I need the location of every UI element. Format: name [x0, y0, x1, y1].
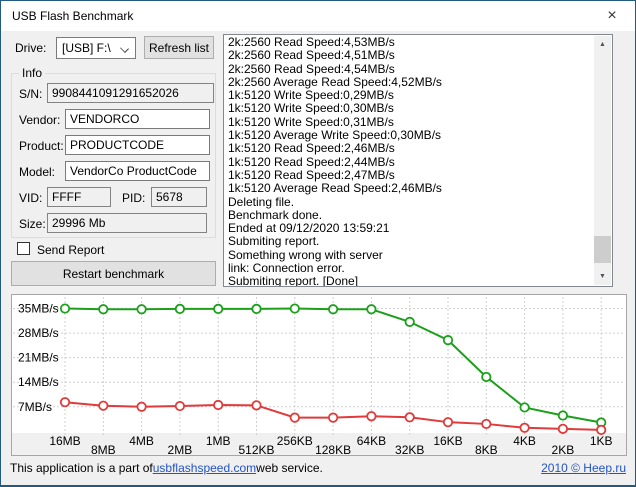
- drive-label: Drive:: [15, 41, 47, 55]
- log-scrollbar[interactable]: ▲ ▼: [594, 36, 611, 285]
- svg-text:512KB: 512KB: [238, 443, 274, 455]
- svg-text:64KB: 64KB: [357, 434, 386, 448]
- status-text-prefix: This application is a part of: [10, 461, 153, 475]
- log-area[interactable]: 2k:2560 Read Speed:4,53MB/s 2k:2560 Read …: [223, 34, 613, 287]
- model-label: Model:: [19, 165, 56, 179]
- svg-text:16MB: 16MB: [49, 434, 80, 448]
- svg-text:128KB: 128KB: [315, 443, 351, 455]
- pid-field: [151, 187, 207, 207]
- title-bar: USB Flash Benchmark ×: [1, 1, 635, 31]
- send-report-checkbox[interactable]: [17, 242, 30, 255]
- vid-field: [47, 187, 111, 207]
- svg-text:2KB: 2KB: [552, 443, 575, 455]
- status-text-suffix: web service.: [256, 461, 323, 475]
- svg-text:32KB: 32KB: [395, 443, 424, 455]
- restart-benchmark-button[interactable]: Restart benchmark: [11, 261, 216, 286]
- size-field: [47, 213, 207, 233]
- svg-text:28MB/s: 28MB/s: [18, 326, 59, 340]
- svg-text:1MB: 1MB: [206, 434, 231, 448]
- svg-text:14MB/s: 14MB/s: [18, 375, 59, 389]
- svg-text:21MB/s: 21MB/s: [18, 351, 59, 365]
- vendor-field[interactable]: [65, 109, 210, 129]
- svg-text:256KB: 256KB: [277, 434, 313, 448]
- send-report-label: Send Report: [37, 243, 105, 257]
- vendor-label: Vendor:: [19, 113, 61, 127]
- pid-label: PID:: [122, 191, 146, 205]
- chevron-down-icon: [120, 44, 129, 53]
- svg-text:2MB: 2MB: [168, 443, 193, 455]
- model-field[interactable]: [65, 161, 210, 181]
- status-bar: This application is a part of usbflashsp…: [1, 456, 635, 485]
- svg-text:7MB/s: 7MB/s: [18, 400, 52, 414]
- app-window: USB Flash Benchmark × Drive: [USB] F:\ R…: [0, 0, 636, 487]
- size-label: Size:: [19, 217, 46, 231]
- close-icon[interactable]: ×: [589, 1, 635, 31]
- refresh-list-button[interactable]: Refresh list: [144, 36, 214, 59]
- scroll-down-icon[interactable]: ▼: [594, 268, 611, 285]
- svg-text:4MB: 4MB: [129, 434, 154, 448]
- log-lines: 2k:2560 Read Speed:4,53MB/s 2k:2560 Read …: [228, 35, 442, 287]
- usbflashspeed-link[interactable]: usbflashspeed.com: [153, 461, 256, 475]
- svg-text:35MB/s: 35MB/s: [18, 302, 59, 316]
- svg-text:16KB: 16KB: [433, 434, 462, 448]
- scroll-up-icon[interactable]: ▲: [594, 36, 611, 53]
- info-group-label: Info: [19, 66, 46, 80]
- drive-select[interactable]: [USB] F:\: [56, 37, 136, 59]
- drive-selected-value: [USB] F:\: [62, 41, 111, 55]
- product-field[interactable]: [65, 135, 210, 155]
- product-label: Product:: [19, 139, 64, 153]
- copyright-link[interactable]: 2010 © Heep.ru: [541, 461, 626, 475]
- vid-label: VID:: [19, 191, 43, 205]
- svg-text:1KB: 1KB: [590, 434, 613, 448]
- svg-text:8MB: 8MB: [91, 443, 116, 455]
- svg-text:4KB: 4KB: [513, 434, 536, 448]
- speed-chart: 35MB/s 28MB/s 21MB/s 14MB/s 7MB/s 16MB 8MB 4MB 2…: [11, 294, 627, 457]
- svg-text:8KB: 8KB: [475, 443, 498, 455]
- sn-label: S/N:: [19, 87, 43, 101]
- window-title: USB Flash Benchmark: [12, 9, 134, 23]
- sn-field: [47, 83, 214, 103]
- scroll-thumb[interactable]: [594, 236, 611, 263]
